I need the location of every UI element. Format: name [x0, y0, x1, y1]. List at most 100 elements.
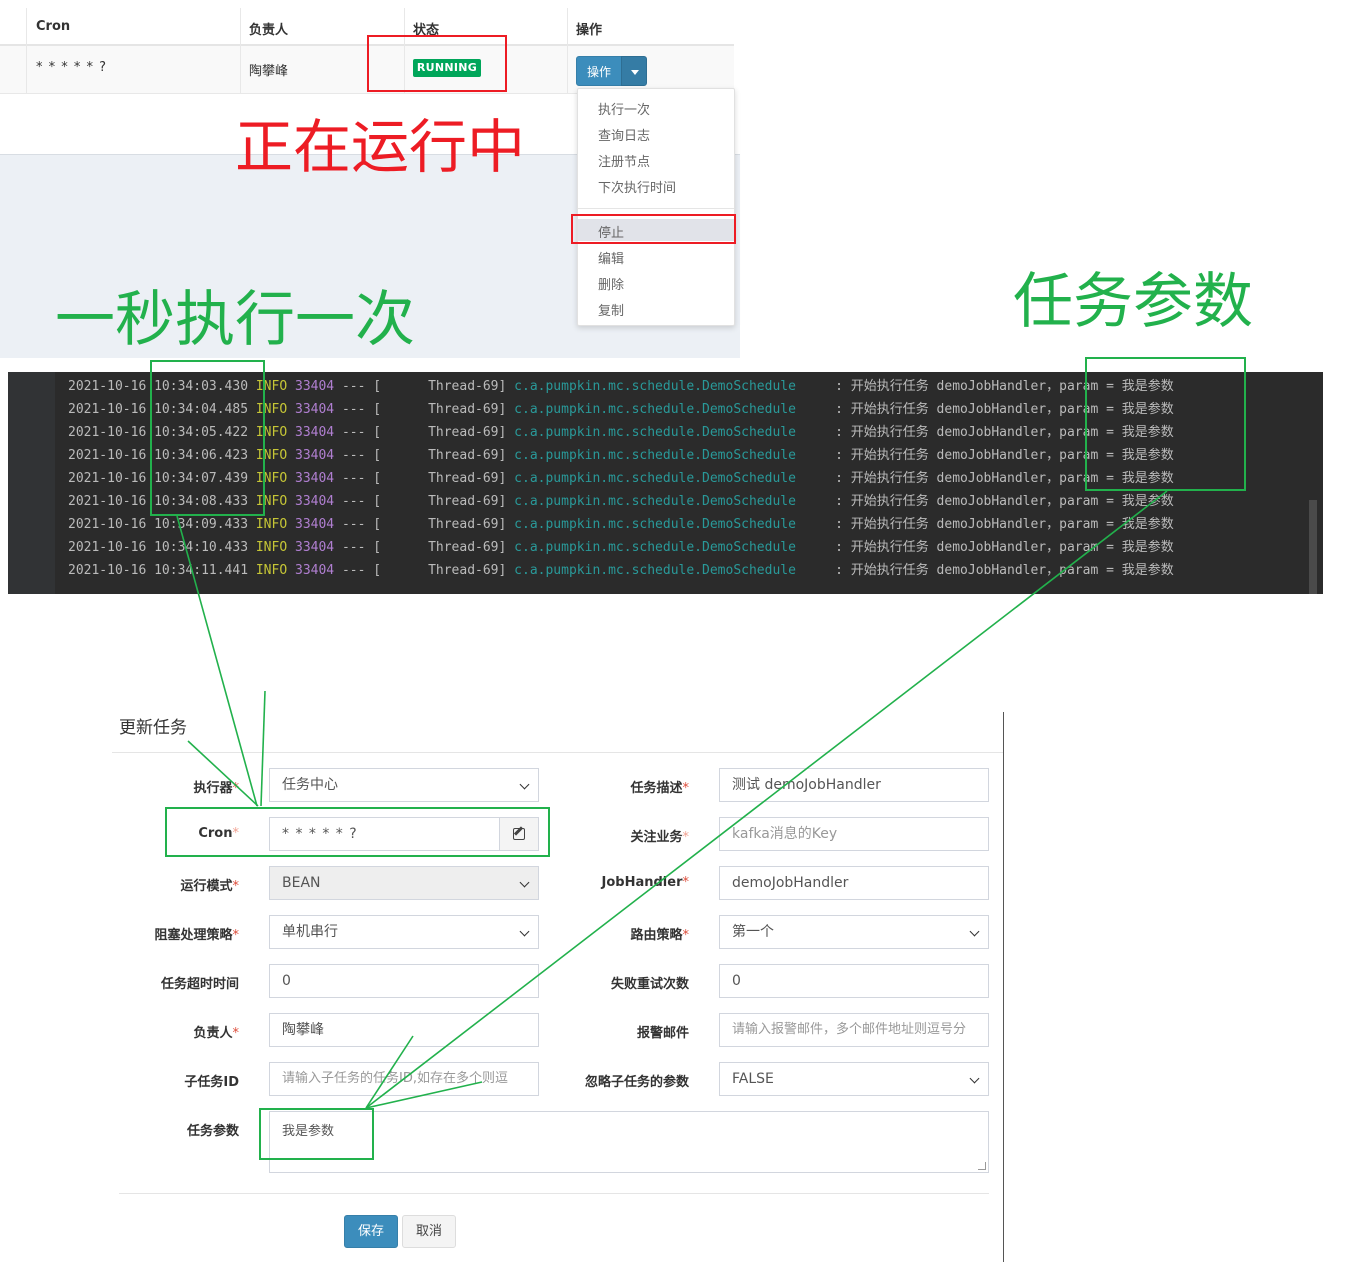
log-sep: ---: [341, 402, 366, 417]
log-date: 2021-10-16: [68, 494, 147, 509]
log-sep: ---: [341, 471, 366, 486]
log-class: c.a.pumpkin.mc.schedule.DemoSchedule: [514, 494, 796, 509]
log-sep: ---: [341, 517, 366, 532]
menu-item-next-trigger-time[interactable]: 下次执行时间: [598, 177, 676, 196]
log-sep: ---: [341, 494, 366, 509]
log-thread: [ Thread-69]: [373, 448, 507, 463]
annotation-box-status: [367, 35, 507, 92]
log-time: 10:34:10.433: [154, 540, 249, 555]
log-class: c.a.pumpkin.mc.schedule.DemoSchedule: [514, 563, 796, 578]
column-header-operation: 操作: [576, 23, 603, 38]
annotation-box-cron: [165, 807, 550, 857]
task-desc-input[interactable]: 测试 demoJobHandler: [719, 768, 989, 802]
executor-label: 执行器*: [193, 781, 239, 796]
retry-count-input[interactable]: 0: [719, 964, 989, 998]
log-pid: 33404: [295, 540, 335, 555]
log-date: 2021-10-16: [68, 471, 147, 486]
divider: [112, 752, 1004, 753]
cron-cell: * * * * * ?: [36, 60, 108, 75]
log-class: c.a.pumpkin.mc.schedule.DemoSchedule: [514, 379, 796, 394]
annotation-box-timestamps: [150, 360, 265, 516]
log-level: INFO: [255, 563, 288, 578]
log-class: c.a.pumpkin.mc.schedule.DemoSchedule: [514, 471, 796, 486]
menu-item-query-log[interactable]: 查询日志: [598, 125, 650, 144]
log-thread: [ Thread-69]: [373, 494, 507, 509]
task-param-textarea[interactable]: 我是参数: [269, 1111, 989, 1173]
log-thread: [ Thread-69]: [373, 402, 507, 417]
operation-dropdown-toggle[interactable]: [621, 56, 647, 86]
task-desc-label: 任务描述*: [630, 781, 689, 796]
save-button[interactable]: 保存: [344, 1215, 398, 1248]
annotation-task-param: 任务参数: [1013, 267, 1253, 337]
child-job-input[interactable]: 请输入子任务的任务ID,如存在多个则逗: [269, 1062, 539, 1096]
menu-item-delete[interactable]: 删除: [598, 274, 624, 293]
form-title: 更新任务: [119, 718, 187, 738]
log-thread: [ Thread-69]: [373, 471, 507, 486]
log-sep: ---: [341, 379, 366, 394]
log-pid: 33404: [295, 379, 335, 394]
timeout-input[interactable]: 0: [269, 964, 539, 998]
menu-item-registry-node[interactable]: 注册节点: [598, 151, 650, 170]
log-line: 2021-10-16 10:34:11.441 INFO 33404 --- […: [68, 559, 1174, 582]
jobhandler-input[interactable]: demoJobHandler: [719, 866, 989, 900]
column-divider: [567, 8, 568, 94]
owner-input[interactable]: 陶攀峰: [269, 1013, 539, 1047]
log-thread: [ Thread-69]: [373, 379, 507, 394]
log-scrollbar[interactable]: [1309, 500, 1317, 594]
log-sep: ---: [341, 425, 366, 440]
block-strategy-label: 阻塞处理策略*: [154, 928, 239, 943]
log-pid: 33404: [295, 471, 335, 486]
log-class: c.a.pumpkin.mc.schedule.DemoSchedule: [514, 540, 796, 555]
log-date: 2021-10-16: [68, 379, 147, 394]
log-thread: [ Thread-69]: [373, 563, 507, 578]
operation-button[interactable]: 操作: [576, 56, 622, 86]
log-message: : 开始执行任务 demoJobHandler，param = 我是参数: [835, 540, 1174, 555]
column-header-cron[interactable]: Cron: [36, 19, 70, 34]
log-message: : 开始执行任务 demoJobHandler，param = 我是参数: [835, 563, 1174, 578]
divider: [119, 1193, 989, 1194]
log-message: : 开始执行任务 demoJobHandler，param = 我是参数: [835, 517, 1174, 532]
log-line: 2021-10-16 10:34:09.433 INFO 33404 --- […: [68, 513, 1174, 536]
focus-business-label: 关注业务*: [630, 830, 689, 845]
block-strategy-select[interactable]: 单机串行: [269, 915, 539, 949]
log-time: 10:34:11.441: [154, 563, 249, 578]
modal-edge: [1003, 712, 1004, 1262]
log-pid: 33404: [295, 494, 335, 509]
annotation-box-param: [259, 1108, 374, 1160]
retry-count-label: 失败重试次数: [610, 977, 689, 992]
log-sep: ---: [341, 563, 366, 578]
task-param-label: 任务参数: [186, 1124, 239, 1139]
resize-handle-icon[interactable]: [978, 1162, 986, 1170]
log-date: 2021-10-16: [68, 517, 147, 532]
log-date: 2021-10-16: [68, 563, 147, 578]
log-thread: [ Thread-69]: [373, 517, 507, 532]
column-divider: [26, 8, 27, 94]
column-header-owner[interactable]: 负责人: [249, 19, 288, 38]
route-strategy-select[interactable]: 第一个: [719, 915, 989, 949]
run-mode-select[interactable]: BEAN: [269, 866, 539, 900]
log-sep: ---: [341, 540, 366, 555]
log-class: c.a.pumpkin.mc.schedule.DemoSchedule: [514, 517, 796, 532]
owner-label: 负责人*: [193, 1026, 239, 1041]
menu-item-run-once[interactable]: 执行一次: [598, 99, 650, 118]
menu-item-edit[interactable]: 编辑: [598, 248, 624, 267]
cancel-button[interactable]: 取消: [402, 1215, 456, 1248]
alarm-email-input[interactable]: 请输入报警邮件，多个邮件地址则逗号分: [719, 1013, 989, 1047]
alarm-email-label: 报警邮件: [636, 1026, 689, 1041]
annotation-running: 正在运行中: [235, 113, 526, 181]
owner-cell: 陶攀峰: [249, 64, 289, 79]
annotation-box-params: [1085, 357, 1246, 491]
log-pid: 33404: [295, 402, 335, 417]
annotation-box-stop: [571, 214, 736, 244]
ignore-child-param-select[interactable]: FALSE: [719, 1062, 989, 1096]
operation-dropdown-menu: 执行一次 查询日志 注册节点 下次执行时间 停止 编辑 删除 复制: [577, 88, 735, 326]
arrow-line: [260, 690, 266, 807]
log-thread: [ Thread-69]: [373, 425, 507, 440]
timeout-label: 任务超时时间: [160, 977, 239, 992]
column-divider: [240, 8, 241, 94]
executor-select[interactable]: 任务中心: [269, 768, 539, 802]
focus-business-input[interactable]: kafka消息的Key: [719, 817, 989, 851]
log-date: 2021-10-16: [68, 540, 147, 555]
menu-item-copy[interactable]: 复制: [598, 300, 624, 319]
jobhandler-label: JobHandler*: [601, 875, 689, 890]
